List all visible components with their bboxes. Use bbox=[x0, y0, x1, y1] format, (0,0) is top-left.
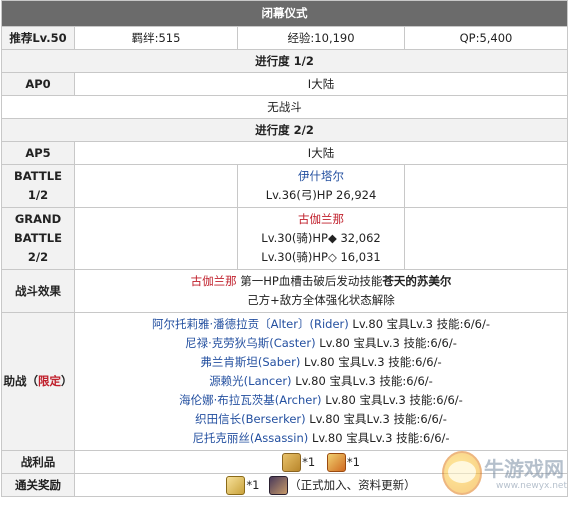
gold-gem-icon[interactable] bbox=[282, 452, 302, 472]
support-entry: 尼禄·克劳狄乌斯(Caster) Lv.80 宝具Lv.3 技能:6/6/- bbox=[75, 334, 567, 353]
support-servant-info: Lv.80 宝具Lv.3 技能:6/6/- bbox=[309, 412, 447, 426]
battle-2-right-empty bbox=[404, 207, 568, 270]
spoils-item-1-count: *1 bbox=[302, 454, 316, 469]
support-entry: 织田信长(Berserker) Lv.80 宝具Lv.3 技能:6/6/- bbox=[75, 410, 567, 429]
support-entry: 阿尔托莉雅·潘德拉贡〔Alter〕(Rider) Lv.80 宝具Lv.3 技能… bbox=[75, 315, 567, 334]
quest-page: 闭幕仪式 推荐Lv.50 羁绊:515 经验:10,190 QP:5,400 进… bbox=[0, 0, 568, 511]
battle-effect-skill: 苍天的苏美尔 bbox=[382, 274, 452, 288]
battle-effect-content: 古伽兰那 第一HP血槽击破后发动技能苍天的苏美尔 己方+敌方全体强化状态解除 bbox=[74, 269, 568, 313]
support-entry: 弗兰肯斯坦(Saber) Lv.80 宝具Lv.3 技能:6/6/- bbox=[75, 353, 567, 372]
support-servant-link[interactable]: 弗兰肯斯坦(Saber) bbox=[200, 355, 300, 369]
battle-1-label: BATTLE 1/2 bbox=[1, 164, 75, 208]
spoils-item-2-count: *1 bbox=[346, 454, 360, 469]
support-servant-info: Lv.80 宝具Lv.3 技能:6/6/- bbox=[295, 374, 433, 388]
spoils-label: 战利品 bbox=[1, 450, 75, 474]
support-servant-link[interactable]: 海伦娜·布拉瓦茨基(Archer) bbox=[179, 393, 321, 407]
battle-1-enemy-name[interactable]: 伊什塔尔 bbox=[238, 167, 404, 186]
battle-effect-enemy[interactable]: 古伽兰那 bbox=[191, 274, 237, 288]
clear-reward-item-1-count: *1 bbox=[246, 477, 260, 492]
support-servant-link[interactable]: 源赖光(Lancer) bbox=[209, 374, 291, 388]
bond-value: 羁绊:515 bbox=[74, 26, 238, 50]
support-label-limited: 限定 bbox=[38, 374, 61, 388]
progress-1-location: I大陆 bbox=[74, 72, 568, 96]
support-servant-link[interactable]: 尼禄·克劳狄乌斯(Caster) bbox=[185, 336, 316, 350]
support-entry: 海伦娜·布拉瓦茨基(Archer) Lv.80 宝具Lv.3 技能:6/6/- bbox=[75, 391, 567, 410]
progress-1-header: 进行度 1/2 bbox=[1, 49, 568, 73]
support-servant-link[interactable]: 尼托克丽丝(Assassin) bbox=[192, 431, 308, 445]
support-servant-info: Lv.80 宝具Lv.3 技能:6/6/- bbox=[325, 393, 463, 407]
battle-2-label: GRAND BATTLE 2/2 bbox=[1, 207, 75, 270]
battle-2-enemy: 古伽兰那 Lv.30(骑)HP◆ 32,062 Lv.30(骑)HP◇ 16,0… bbox=[237, 207, 405, 270]
battle-2-enemy-name[interactable]: 古伽兰那 bbox=[238, 210, 404, 229]
battle-2-left-empty bbox=[74, 207, 238, 270]
support-entry: 尼托克丽丝(Assassin) Lv.80 宝具Lv.3 技能:6/6/- bbox=[75, 429, 567, 448]
support-servant-info: Lv.80 宝具Lv.3 技能:6/6/- bbox=[303, 355, 442, 369]
battle-1-left-empty bbox=[74, 164, 238, 208]
quest-title: 闭幕仪式 bbox=[1, 0, 568, 27]
exp-value: 经验:10,190 bbox=[237, 26, 405, 50]
flame-icon[interactable] bbox=[326, 452, 346, 472]
battle-1-right-empty bbox=[404, 164, 568, 208]
battle-1-label-line1: BATTLE bbox=[14, 169, 62, 183]
progress-2-location: I大陆 bbox=[74, 141, 568, 165]
support-label-main: 助战（ bbox=[3, 374, 39, 388]
battle-1-enemy-info: Lv.36(弓)HP 26,924 bbox=[265, 188, 377, 202]
progress-1-ap-label: AP0 bbox=[1, 72, 75, 96]
battle-2-label-line3: 2/2 bbox=[27, 250, 49, 264]
progress-2-ap-label: AP5 bbox=[1, 141, 75, 165]
support-servant-info: Lv.80 宝具Lv.3 技能:6/6/- bbox=[319, 336, 457, 350]
spoils-items: *1 *1 bbox=[74, 450, 568, 474]
battle-effect-trigger: 第一HP血槽击破后发动技能 bbox=[240, 274, 383, 288]
clear-reward-items: *1 （正式加入、资料更新） bbox=[74, 473, 568, 497]
progress-2-header: 进行度 2/2 bbox=[1, 118, 568, 142]
battle-effect-label: 战斗效果 bbox=[1, 269, 75, 313]
battle-2-label-line2: BATTLE bbox=[14, 231, 62, 245]
recommended-level: 推荐Lv.50 bbox=[1, 26, 75, 50]
support-servant-info: Lv.80 宝具Lv.3 技能:6/6/- bbox=[311, 431, 450, 445]
support-label-close: ） bbox=[61, 374, 73, 388]
qp-value: QP:5,400 bbox=[404, 26, 568, 50]
battle-1-label-line2: 1/2 bbox=[27, 188, 49, 202]
trophy-icon[interactable] bbox=[226, 475, 246, 495]
battle-2-enemy-info-1: Lv.30(骑)HP◆ 32,062 bbox=[261, 231, 381, 245]
clear-reward-label: 通关奖励 bbox=[1, 473, 75, 497]
quest-table: 闭幕仪式 推荐Lv.50 羁绊:515 经验:10,190 QP:5,400 进… bbox=[1, 0, 568, 497]
support-label: 助战（限定） bbox=[1, 312, 75, 451]
battle-2-label-line1: GRAND bbox=[14, 212, 62, 226]
servant-portrait-icon[interactable] bbox=[269, 475, 289, 495]
support-servant-link[interactable]: 织田信长(Berserker) bbox=[195, 412, 306, 426]
battle-effect-line-1: 古伽兰那 第一HP血槽击破后发动技能苍天的苏美尔 bbox=[75, 272, 567, 291]
support-servant-info: Lv.80 宝具Lv.3 技能:6/6/- bbox=[352, 317, 491, 331]
battle-effect-line-2: 己方+敌方全体强化状态解除 bbox=[247, 293, 395, 307]
progress-1-no-battle: 无战斗 bbox=[1, 95, 568, 119]
battle-2-enemy-info-2: Lv.30(骑)HP◇ 16,031 bbox=[261, 250, 381, 264]
clear-reward-note: （正式加入、资料更新） bbox=[289, 477, 416, 492]
battle-1-enemy: 伊什塔尔 Lv.36(弓)HP 26,924 bbox=[237, 164, 405, 208]
support-entry: 源赖光(Lancer) Lv.80 宝具Lv.3 技能:6/6/- bbox=[75, 372, 567, 391]
support-servant-link[interactable]: 阿尔托莉雅·潘德拉贡〔Alter〕(Rider) bbox=[152, 317, 349, 331]
support-list: 阿尔托莉雅·潘德拉贡〔Alter〕(Rider) Lv.80 宝具Lv.3 技能… bbox=[74, 312, 568, 451]
